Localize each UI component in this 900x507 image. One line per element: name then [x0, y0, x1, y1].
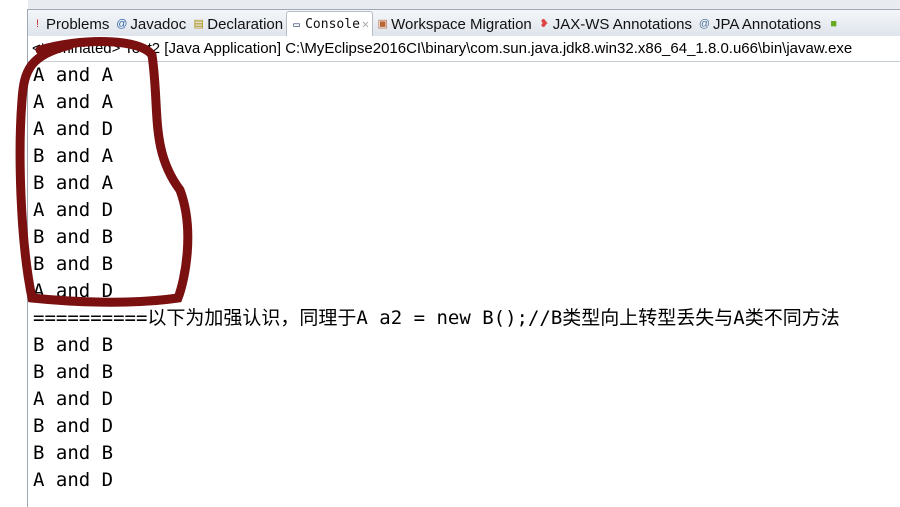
hand-drawn-annotation	[15, 37, 193, 307]
